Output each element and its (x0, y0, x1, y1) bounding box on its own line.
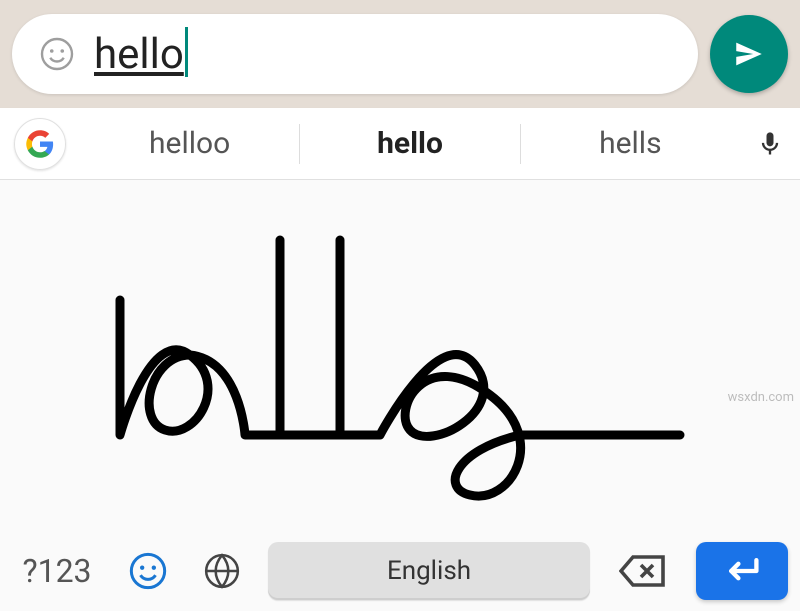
handwriting-stroke (80, 205, 720, 505)
suggestion-2[interactable]: hells (521, 126, 740, 161)
suggestion-1[interactable]: hello (300, 126, 519, 161)
numeric-key[interactable]: ?123 (12, 552, 102, 590)
text-caret (185, 27, 188, 77)
suggestion-0[interactable]: helloo (80, 126, 299, 161)
emoji-icon[interactable] (38, 35, 76, 73)
watermark-text: wsxdn.com (728, 390, 794, 405)
backspace-icon[interactable] (608, 551, 678, 591)
face-icon[interactable] (120, 551, 176, 591)
space-key[interactable]: English (268, 542, 590, 600)
google-icon[interactable] (14, 118, 66, 170)
message-input-text[interactable]: hello (94, 30, 184, 79)
globe-icon[interactable] (194, 552, 250, 590)
handwriting-canvas[interactable]: wsxdn.com (0, 180, 800, 530)
keyboard-bottom-row: ?123 English (0, 530, 800, 611)
suggestion-bar: helloo hello hells (0, 108, 800, 180)
mic-icon[interactable] (740, 130, 800, 158)
enter-key[interactable] (696, 542, 788, 600)
send-button[interactable] (710, 15, 788, 93)
chat-input-bar: hello (0, 0, 800, 108)
message-input-container[interactable]: hello (12, 14, 698, 94)
